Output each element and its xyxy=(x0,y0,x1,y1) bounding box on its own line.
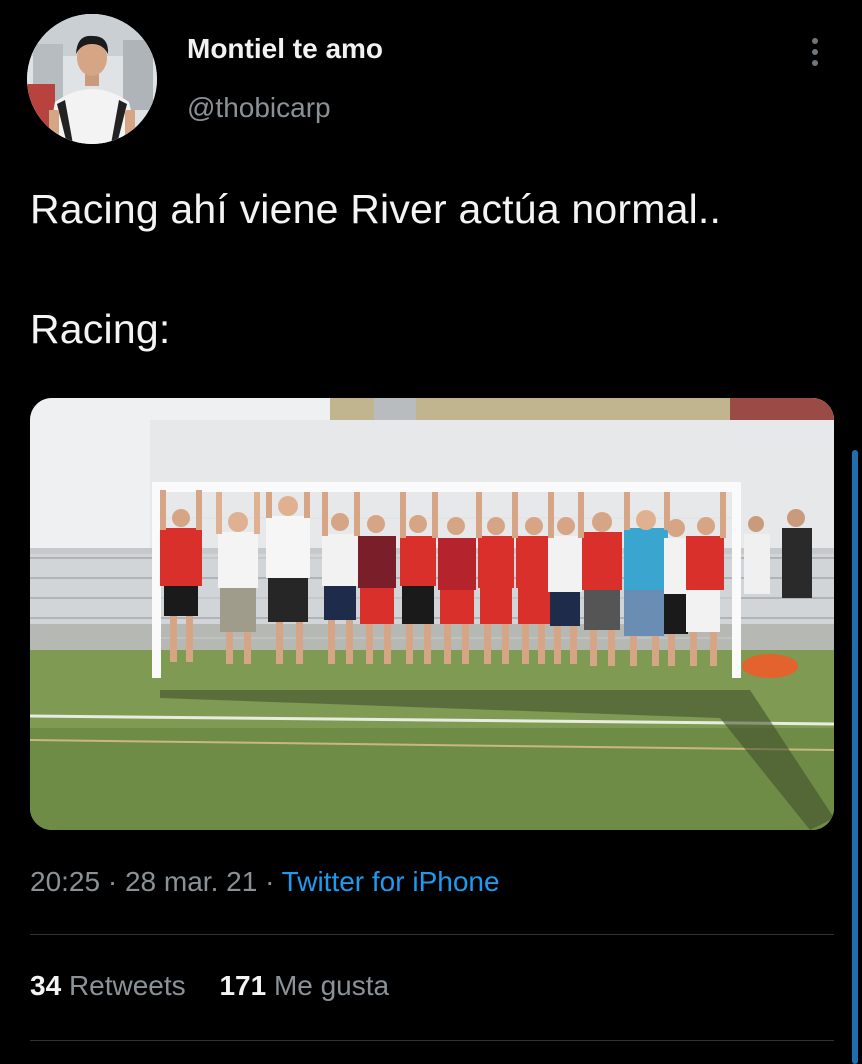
tweet-metadata: 20:25 · 28 mar. 21 · Twitter for iPhone xyxy=(30,866,500,898)
more-dot xyxy=(812,38,818,44)
tweet-text-line: Racing ahí viene River actúa normal.. xyxy=(30,186,722,232)
likes-count: 171 xyxy=(219,970,267,1001)
photo-illustration xyxy=(30,398,834,830)
likes-label: Me gusta xyxy=(273,970,390,1001)
more-dot xyxy=(812,60,818,66)
tweet-text-line: Racing: xyxy=(30,306,171,352)
tweet-time[interactable]: 20:25 xyxy=(30,866,100,897)
more-dot xyxy=(812,49,818,55)
retweets-count: 34 xyxy=(30,970,62,1001)
tweet-stats: 34 Retweets 171 Me gusta xyxy=(30,970,389,1002)
display-name[interactable]: Montiel te amo xyxy=(187,33,383,65)
user-handle[interactable]: @thobicarp xyxy=(187,92,331,124)
meta-separator: · xyxy=(265,866,275,897)
tweet-photo[interactable] xyxy=(30,398,834,830)
more-vertical-icon[interactable] xyxy=(800,30,830,74)
tweet-date[interactable]: 28 mar. 21 xyxy=(125,866,257,897)
tweet-source-link[interactable]: Twitter for iPhone xyxy=(282,866,500,897)
divider xyxy=(30,1040,834,1041)
retweets-stat[interactable]: 34 Retweets xyxy=(30,970,193,1001)
divider xyxy=(30,934,834,935)
scrollbar[interactable] xyxy=(852,450,858,1064)
avatar-photo xyxy=(27,14,157,144)
retweets-label: Retweets xyxy=(68,970,186,1001)
avatar[interactable] xyxy=(27,14,157,144)
meta-separator: · xyxy=(107,866,118,897)
likes-stat[interactable]: 171 Me gusta xyxy=(219,970,389,1001)
